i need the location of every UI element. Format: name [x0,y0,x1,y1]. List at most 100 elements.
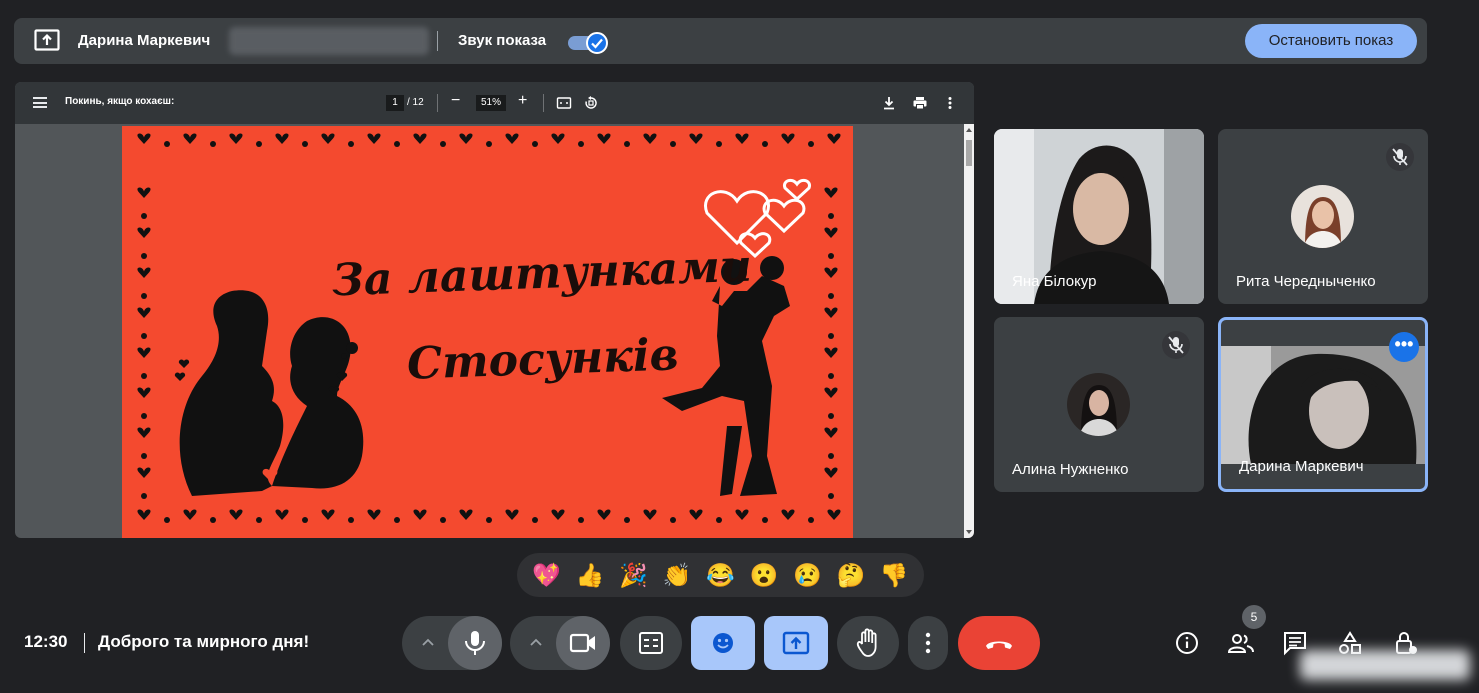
border-heart [505,509,519,520]
reactions-bar: 💖 👍 🎉 👏 😂 😮 😢 🤔 👎 [517,553,924,597]
zoom-in-button[interactable]: + [518,92,527,110]
download-icon[interactable] [881,95,897,111]
border-heart [459,133,473,144]
pdf-scrollbar[interactable] [964,124,974,538]
border-dot [762,517,768,523]
people-icon[interactable] [1227,630,1255,656]
more-options-button[interactable]: ••• [1389,332,1419,362]
microphone-icon [465,631,485,655]
participant-tile[interactable]: Рита Чередныченко [1218,129,1428,304]
microphone-button[interactable] [448,616,502,670]
scroll-down-arrow[interactable] [966,530,972,534]
scroll-up-arrow[interactable] [966,128,972,132]
reaction-crying[interactable]: 😢 [791,563,823,587]
border-dot [210,517,216,523]
participant-name: Дарина Маркевич [1239,458,1364,475]
more-vert-icon[interactable] [942,95,958,111]
captions-button[interactable] [620,616,682,670]
border-dot [670,517,676,523]
slide-artwork [137,133,841,523]
border-heart [459,509,473,520]
zoom-input[interactable]: 51% [476,95,506,111]
border-dot [141,493,147,499]
border-dot [808,517,814,523]
chevron-up-icon[interactable] [420,636,436,648]
border-heart [137,509,151,520]
border-heart [597,509,611,520]
participant-tile[interactable]: Алина Нужненко [994,317,1204,492]
raise-hand-button[interactable] [837,616,899,670]
camera-button[interactable] [556,616,610,670]
end-call-button[interactable] [958,616,1040,670]
participant-tile-active[interactable]: ••• Дарина Маркевич [1218,317,1428,492]
border-dot [348,141,354,147]
border-heart [321,133,335,144]
present-screen-button[interactable] [764,616,828,670]
menu-icon[interactable] [33,97,47,108]
border-heart [735,133,749,144]
border-dot [141,253,147,259]
border-dot [440,517,446,523]
emoji-icon [713,633,733,653]
avatar [1291,185,1354,248]
border-heart [137,307,151,318]
border-dot [808,141,814,147]
border-heart [824,387,838,398]
participant-tile[interactable]: Яна Білокур [994,129,1204,304]
border-heart [824,347,838,358]
border-heart [643,509,657,520]
blurred-region [229,27,429,55]
stop-presenting-button[interactable]: Остановить показ [1245,24,1417,58]
border-heart [137,467,151,478]
print-icon[interactable] [912,95,928,111]
reaction-thumbs-down[interactable]: 👎 [878,563,910,587]
reaction-thinking[interactable]: 🤔 [835,563,867,587]
page-number-input[interactable]: 1 [386,95,404,111]
border-dot [164,141,170,147]
reaction-surprised[interactable]: 😮 [748,563,780,587]
border-heart [781,509,795,520]
border-heart [137,187,151,198]
border-dot [141,213,147,219]
divider [437,31,438,51]
border-dot [348,517,354,523]
divider [437,94,438,112]
participant-name: Яна Білокур [1012,273,1097,290]
border-dot [716,517,722,523]
border-heart [137,427,151,438]
border-dot [762,141,768,147]
border-heart [229,509,243,520]
border-dot [828,493,834,499]
reaction-clapping[interactable]: 👏 [661,563,693,587]
zoom-out-button[interactable]: − [451,92,460,110]
reaction-laughing[interactable]: 😂 [704,563,736,587]
fit-page-icon[interactable] [556,95,572,111]
pdf-viewer: Покинь, якщо кохаєш: 1 / 12 − 51% + За л… [15,82,974,538]
border-heart [824,307,838,318]
info-icon[interactable] [1174,630,1200,656]
border-dot [828,453,834,459]
reaction-thumbs-up[interactable]: 👍 [574,563,606,587]
border-dot [828,373,834,379]
reaction-sparkling-heart[interactable]: 💖 [531,563,563,587]
chevron-up-icon[interactable] [528,636,544,648]
rotate-icon[interactable] [583,95,599,111]
border-dot [828,413,834,419]
border-heart [367,133,381,144]
meeting-title: Доброго та мирного дня! [98,632,310,651]
participant-name: Рита Чередныченко [1236,273,1376,290]
participant-count-badge: 5 [1242,605,1266,629]
border-dot [440,141,446,147]
pdf-toolbar: Покинь, якщо кохаєш: 1 / 12 − 51% + [15,82,974,124]
border-heart [824,267,838,278]
reactions-button[interactable] [691,616,755,670]
border-dot [828,333,834,339]
reaction-party-popper[interactable]: 🎉 [618,563,650,587]
border-heart [413,133,427,144]
border-heart [824,427,838,438]
present-screen-icon [34,29,60,51]
scroll-thumb[interactable] [966,140,972,166]
more-options-button[interactable] [908,616,948,670]
border-dot [670,141,676,147]
sound-toggle[interactable] [568,32,610,54]
